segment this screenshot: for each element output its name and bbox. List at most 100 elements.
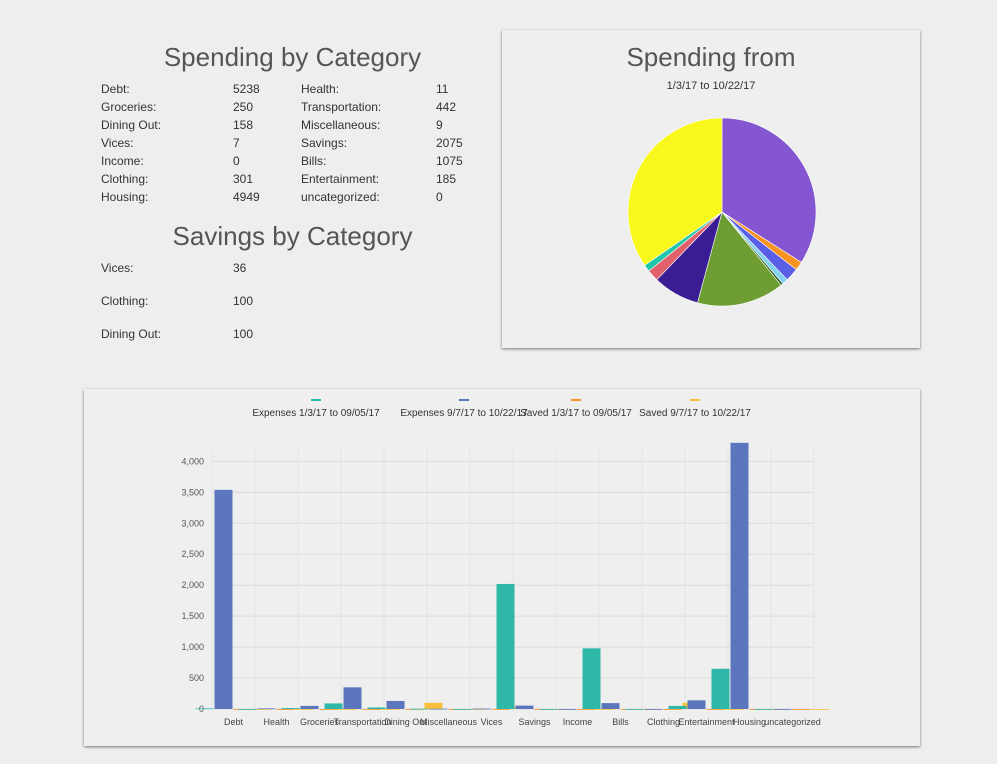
pie-chart: [627, 117, 817, 307]
bar[interactable]: [668, 705, 687, 709]
x-tick-label: uncategorized: [764, 717, 821, 727]
bar[interactable]: [539, 709, 558, 710]
bar[interactable]: [214, 489, 233, 709]
spending-label: Savings:: [301, 136, 348, 150]
spending-value: 9: [436, 118, 443, 132]
spending-value: 2075: [436, 136, 463, 150]
spending-label: Income:: [101, 154, 144, 168]
bar[interactable]: [257, 708, 276, 710]
x-tick-label: Income: [563, 717, 593, 727]
spending-label: Health:: [301, 82, 340, 96]
bar[interactable]: [577, 709, 596, 710]
y-tick-label: 1,500: [181, 611, 204, 621]
bar[interactable]: [754, 709, 773, 710]
savings-label: Clothing:: [101, 294, 149, 308]
bar[interactable]: [711, 668, 730, 709]
bar[interactable]: [811, 709, 830, 710]
bar[interactable]: [687, 700, 706, 709]
bar[interactable]: [644, 709, 663, 710]
bar[interactable]: [238, 709, 257, 710]
spending-value: 0: [436, 190, 443, 204]
bar[interactable]: [582, 648, 601, 709]
savings-value: 100: [233, 294, 254, 308]
spending-value: 442: [436, 100, 457, 114]
spending-label: Bills:: [301, 154, 327, 168]
x-tick-label: Clothing: [647, 717, 680, 727]
x-tick-label: Savings: [518, 717, 551, 727]
spending-label: Entertainment:: [301, 172, 380, 186]
bar[interactable]: [601, 703, 620, 709]
bar[interactable]: [663, 709, 682, 710]
spending-value: 5238: [233, 82, 260, 96]
pie-chart-card: Spending from 1/3/17 to 10/22/17: [502, 30, 920, 348]
bar[interactable]: [773, 709, 792, 710]
bar[interactable]: [195, 708, 214, 710]
x-tick-label: Debt: [224, 717, 244, 727]
x-tick-label: Miscellaneous: [420, 717, 478, 727]
y-tick-label: 1,000: [181, 642, 204, 652]
y-tick-label: 3,000: [181, 518, 204, 528]
bar[interactable]: [429, 708, 448, 710]
bar[interactable]: [343, 687, 362, 709]
savings-value: 100: [233, 327, 254, 341]
bar[interactable]: [491, 709, 510, 710]
spending-label: Housing:: [101, 190, 149, 204]
spending-value: 1075: [436, 154, 463, 168]
bar[interactable]: [295, 709, 314, 710]
bar[interactable]: [319, 709, 338, 710]
spending-label: Groceries:: [101, 100, 157, 114]
y-tick-label: 2,500: [181, 549, 204, 559]
x-tick-label: Bills: [612, 717, 629, 727]
spending-label: uncategorized:: [301, 190, 380, 204]
spending-value: 0: [233, 154, 240, 168]
bar[interactable]: [424, 702, 443, 709]
savings-title: Savings by Category: [172, 221, 413, 251]
bar[interactable]: [792, 709, 811, 710]
bar[interactable]: [338, 709, 357, 710]
x-tick-label: Vices: [481, 717, 503, 727]
bar-chart-card: Expenses 1/3/17 to 09/05/17 Expenses 9/7/…: [84, 389, 920, 746]
spending-value: 301: [233, 172, 254, 186]
spending-value: 11: [436, 82, 449, 96]
savings-label: Vices:: [101, 261, 134, 275]
bar[interactable]: [596, 709, 615, 710]
bar[interactable]: [410, 708, 429, 710]
spending-label: Miscellaneous:: [301, 118, 381, 132]
bar-chart: 05001,0001,5002,0002,5003,0003,5004,000D…: [181, 442, 830, 727]
y-tick-label: 500: [189, 673, 204, 683]
bar[interactable]: [276, 709, 295, 710]
bar[interactable]: [625, 709, 644, 710]
bar[interactable]: [515, 705, 534, 709]
bar[interactable]: [496, 583, 515, 709]
bar[interactable]: [381, 709, 400, 710]
bar[interactable]: [367, 707, 386, 709]
bar[interactable]: [730, 442, 749, 709]
bar[interactable]: [453, 709, 472, 710]
spending-label: Clothing:: [101, 172, 149, 186]
bar[interactable]: [558, 709, 577, 710]
spending-title: Spending by Category: [163, 42, 422, 72]
bar[interactable]: [324, 703, 343, 709]
y-tick-label: 3,500: [181, 487, 204, 497]
y-tick-label: 2,000: [181, 580, 204, 590]
x-tick-label: Housing: [733, 717, 766, 727]
spending-value: 250: [233, 100, 254, 114]
y-tick-label: 4,000: [181, 456, 204, 466]
bar[interactable]: [386, 700, 405, 709]
bar[interactable]: [706, 709, 725, 710]
bar[interactable]: [362, 709, 381, 710]
bar[interactable]: [472, 708, 491, 710]
bar[interactable]: [281, 708, 300, 709]
x-tick-label: Health: [263, 717, 289, 727]
savings-label: Dining Out:: [101, 327, 162, 341]
spending-label: Dining Out:: [101, 118, 162, 132]
bar[interactable]: [725, 709, 744, 710]
spending-label: Debt:: [101, 82, 130, 96]
x-tick-label: Transportation: [334, 717, 392, 727]
x-tick-label: Entertainment: [678, 717, 735, 727]
bar[interactable]: [300, 705, 319, 709]
spending-value: 7: [233, 136, 240, 150]
spending-label: Vices:: [101, 136, 134, 150]
spending-label: Transportation:: [301, 100, 382, 114]
spending-value: 4949: [233, 190, 260, 204]
